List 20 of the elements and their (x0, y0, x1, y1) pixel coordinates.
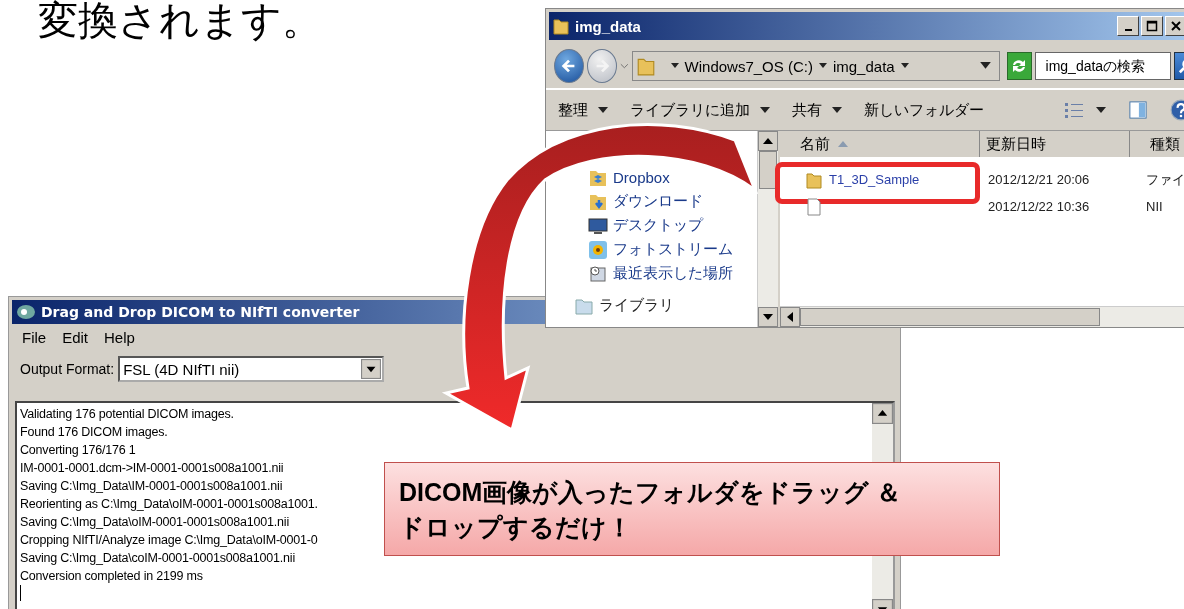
callout-text: DICOM画像が入ったフォルダをドラッグ ＆ (399, 477, 902, 508)
log-line: Found 176 DICOM images. (20, 424, 168, 441)
type-cell-text: ファイ (1145, 170, 1184, 189)
window-title: Drag and Drop DICOM to NIfTI converter (41, 304, 360, 320)
date-cell-text: 2012/12/22 10:36 (987, 199, 1091, 214)
log-line: Saving C:\Img_Data\oIM-0001-0001s008a1001.nii (20, 514, 289, 531)
log-line: Conversion completed in 2199 ms (20, 568, 203, 585)
log-line: Reorienting as C:\Img_Data\oIM-0001-0001s008a1001. (20, 496, 318, 513)
field-label: Output Format: (20, 361, 115, 377)
log-line: IM-0001-0001.dcm->IM-0001-0001s008a1001.nii (20, 460, 284, 477)
log-line: Saving C:\Img_Data\IM-0001-0001s008a1001.nii (20, 478, 283, 495)
log-line: Cropping NIfTI/Analyze image C:\Img_Data\oIM-0001-0 (20, 532, 318, 549)
date-cell-text: 2012/12/21 20:06 (987, 172, 1091, 187)
slide-heading: 変換されます。 (38, 0, 322, 44)
log-line: Validating 176 potential DICOM images. (20, 406, 234, 423)
log-line: Saving C:\Img_Data\coIM-0001-0001s008a1001.nii (20, 550, 295, 567)
log-line: Converting 176/176 1 (20, 442, 136, 459)
callout-text: ドロップするだけ！ (399, 512, 632, 543)
type-cell-text: NII (1145, 199, 1164, 214)
window-title: img_data (575, 17, 641, 35)
